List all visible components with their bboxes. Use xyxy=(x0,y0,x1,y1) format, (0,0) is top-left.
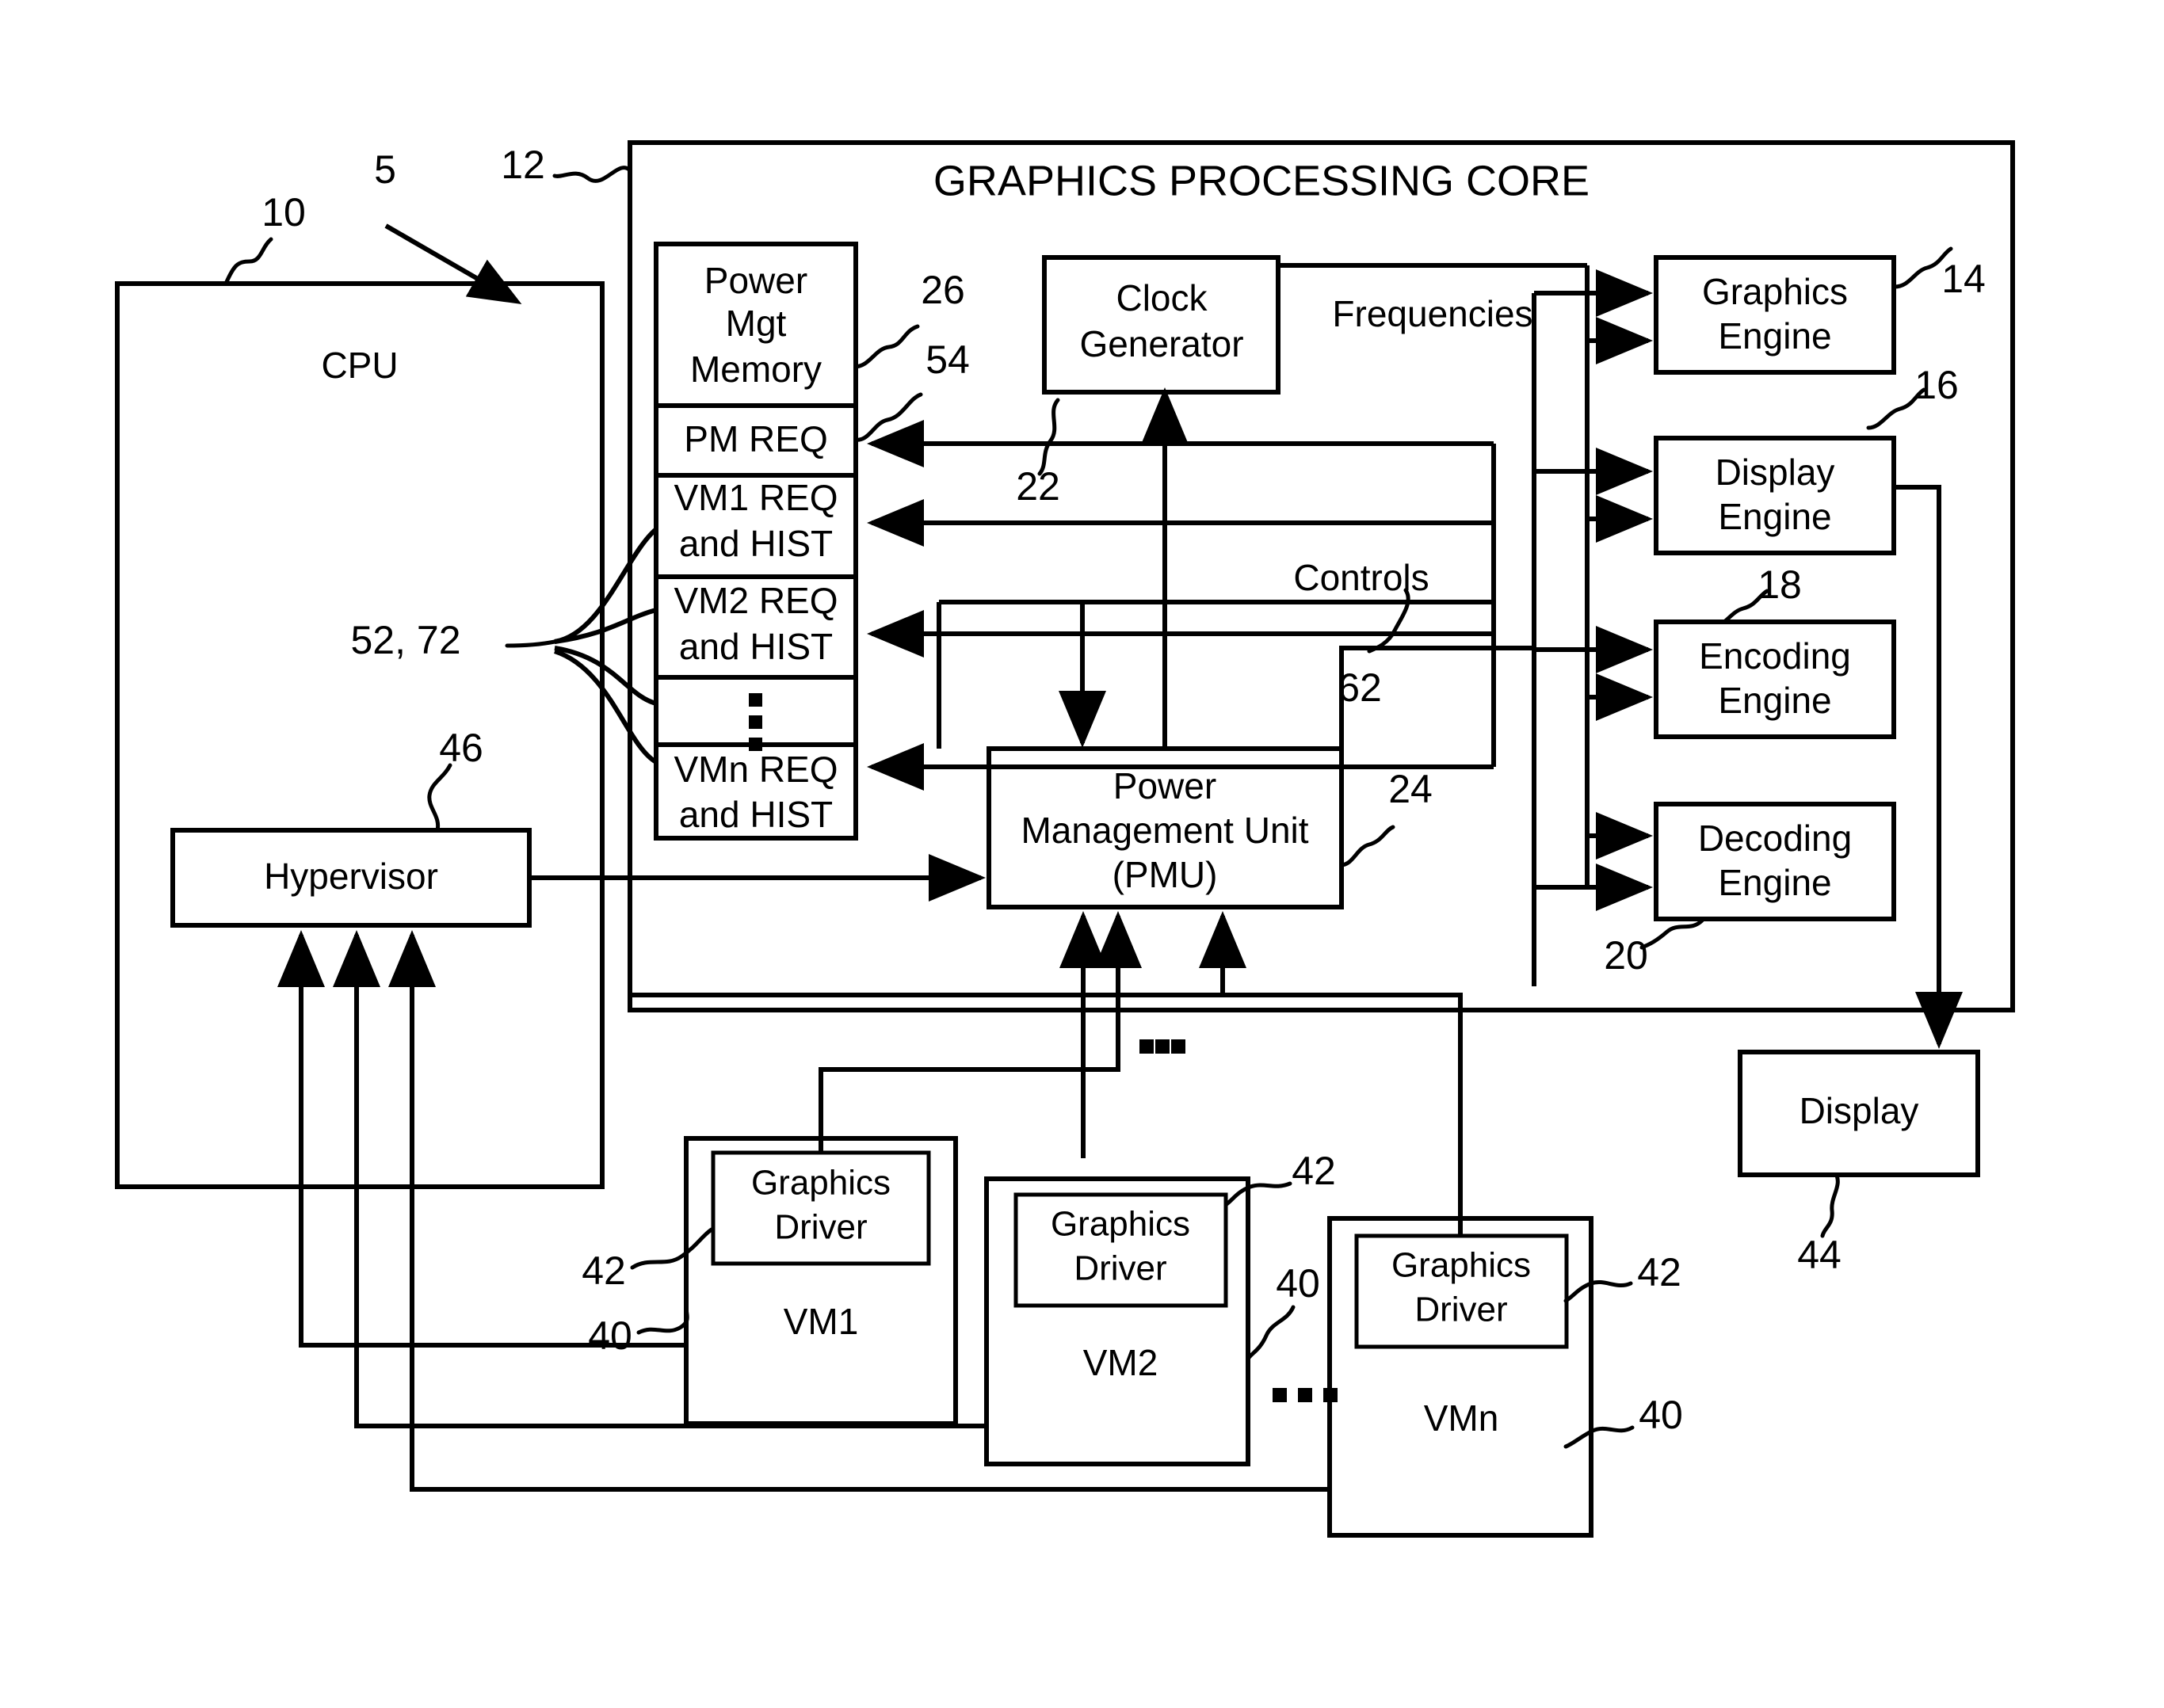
pmu-bus-ellipsis xyxy=(1139,1039,1185,1054)
leader-40-vm1 xyxy=(636,1305,689,1335)
ref-24: 24 xyxy=(1388,767,1433,811)
cpu-block xyxy=(115,281,605,1189)
ref-54: 54 xyxy=(926,337,970,382)
leader-40-vm2 xyxy=(1246,1305,1296,1360)
ref-46: 46 xyxy=(439,726,483,770)
pmu-line1: Power xyxy=(1113,765,1216,806)
display-engine-line1: Display xyxy=(1716,452,1835,493)
leader-10 xyxy=(223,237,273,286)
pmu-line3: (PMU) xyxy=(1113,854,1218,895)
ref-42-vm2: 42 xyxy=(1292,1149,1336,1193)
ref-12: 12 xyxy=(501,143,545,187)
pmu-line2: Management Unit xyxy=(1021,810,1308,851)
decoding-engine-line1: Decoding xyxy=(1698,818,1852,859)
graphics-engine-line2: Engine xyxy=(1718,315,1831,356)
vmn-name: VMn xyxy=(1424,1397,1499,1439)
ref-52-72: 52, 72 xyxy=(350,618,460,662)
ref-62: 62 xyxy=(1338,665,1382,710)
graphics-engine-line1: Graphics xyxy=(1702,271,1848,312)
vm2-driver-line2: Driver xyxy=(1074,1249,1166,1288)
display-label: Display xyxy=(1800,1090,1919,1131)
decoding-engine-line2: Engine xyxy=(1718,862,1831,903)
ref-42-vmn: 42 xyxy=(1637,1250,1681,1294)
vmn-driver-line2: Driver xyxy=(1414,1291,1507,1329)
power-mgt-memory-line1: Power xyxy=(704,260,807,301)
ref-26: 26 xyxy=(921,268,965,312)
patent-figure-canvas: GRAPHICS PROCESSING CORE CPU Power Mgt M… xyxy=(0,0,2164,1708)
memory-row-vmn-line1: VMn REQ xyxy=(674,749,838,790)
ref-5: 5 xyxy=(374,147,396,192)
frequencies-label: Frequencies xyxy=(1332,293,1532,334)
vmn-driver-line1: Graphics xyxy=(1391,1246,1531,1285)
clock-generator-line2: Generator xyxy=(1079,323,1243,364)
vm1-driver-line2: Driver xyxy=(774,1208,867,1247)
vm-ellipsis xyxy=(1273,1388,1338,1402)
ref-44: 44 xyxy=(1797,1233,1841,1277)
leader-12 xyxy=(552,166,632,183)
controls-label: Controls xyxy=(1293,557,1429,598)
vm2-name: VM2 xyxy=(1083,1342,1158,1383)
ref-40-vm2: 40 xyxy=(1276,1261,1320,1306)
ref-14: 14 xyxy=(1941,257,1986,301)
memory-row-pm-req: PM REQ xyxy=(684,418,827,459)
display-engine-line2: Engine xyxy=(1718,496,1831,537)
power-mgt-memory-line3: Memory xyxy=(690,349,822,390)
gpu-core-title: GRAPHICS PROCESSING CORE xyxy=(933,157,1590,204)
ref-18: 18 xyxy=(1758,562,1802,607)
ref-40-vmn: 40 xyxy=(1639,1393,1683,1437)
hypervisor-label: Hypervisor xyxy=(264,856,438,897)
memory-row-vm2-line2: and HIST xyxy=(679,626,833,667)
cpu-label: CPU xyxy=(321,345,398,386)
ref-40-vm1: 40 xyxy=(588,1313,632,1358)
clock-generator-line1: Clock xyxy=(1116,277,1208,318)
ref-42-vm1: 42 xyxy=(582,1249,626,1293)
vm1-driver-line1: Graphics xyxy=(751,1164,891,1203)
vm1-name: VM1 xyxy=(784,1301,859,1342)
ref-16: 16 xyxy=(1914,363,1959,407)
memory-row-vm1-line1: VM1 REQ xyxy=(674,477,838,518)
memory-row-vmn-line2: and HIST xyxy=(679,794,833,835)
ref-22: 22 xyxy=(1016,464,1060,509)
power-mgt-memory-line2: Mgt xyxy=(726,303,787,344)
encoding-engine-line2: Engine xyxy=(1718,680,1831,721)
ref-10: 10 xyxy=(261,190,306,234)
memory-row-vm1-line2: and HIST xyxy=(679,523,833,564)
memory-row-vm2-line1: VM2 REQ xyxy=(674,580,838,621)
ref-20: 20 xyxy=(1604,933,1648,978)
encoding-engine-line1: Encoding xyxy=(1699,635,1851,677)
leader-44 xyxy=(1820,1170,1840,1238)
vm2-driver-line1: Graphics xyxy=(1051,1205,1190,1244)
memory-row-ellipsis xyxy=(749,693,762,751)
